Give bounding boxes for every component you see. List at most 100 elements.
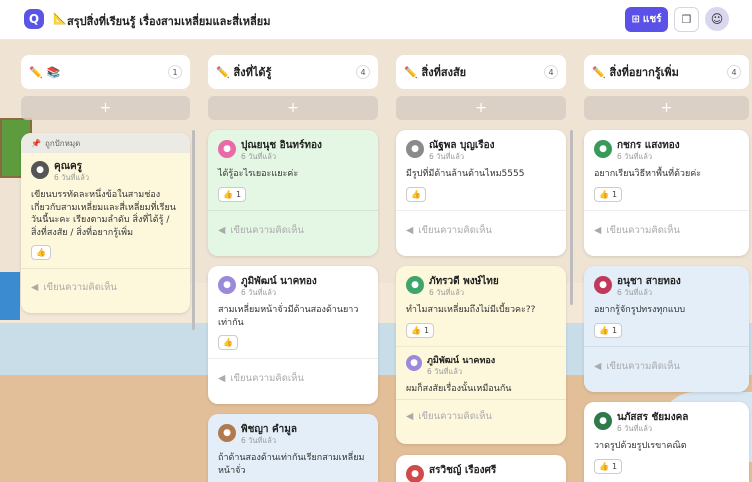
post-text: วาดรูปด้วยรูปเรขาคณิต: [594, 441, 687, 451]
comment-placeholder: เขียนความคิดเห็น: [43, 282, 117, 293]
post-author: ● นภัสสร ชัยมงคล 6 วันที่แล้ว: [594, 412, 739, 434]
column-header-want-to-know[interactable]: ✏️ สิ่งที่อยากรู้เพิ่ม 4: [584, 55, 749, 89]
comment-input[interactable]: ◀ เขียนความคิดเห็น: [584, 209, 749, 250]
pinned-banner: 📌 ถูกปักหมุด: [21, 133, 190, 153]
send-icon: ◀: [218, 373, 226, 384]
comment-input[interactable]: ◀ เขียนความคิดเห็น: [208, 358, 378, 398]
send-icon: ◀: [406, 224, 414, 236]
comment-placeholder: เขียนความคิดเห็น: [606, 224, 680, 236]
column-header-learned[interactable]: ✏️ สิ่งที่ได้รู้ 4: [208, 55, 378, 89]
author-name: กชกร แสงทอง: [617, 140, 680, 151]
avatar: ●: [594, 412, 612, 430]
author-name: ภูมิพัฒน์ นาคทอง: [241, 276, 317, 287]
post-time: 6 วันที่แล้ว: [617, 152, 653, 161]
post-author: ● พิชญา คำมูล 6 วันที่แล้ว: [218, 424, 368, 446]
author-name: ภัทรวดี พงษ์ไทย: [429, 276, 499, 287]
post-text: อยากเรียนวิธีหาพื้นที่ด้วยค่ะ: [594, 169, 702, 179]
thumbs-up-icon: 👍: [599, 325, 609, 335]
column-header-questions[interactable]: ✏️ สิ่งที่สงสัย 4: [396, 55, 566, 89]
post-time: 6 วันที่แล้ว: [617, 288, 653, 297]
author-name: พิชญา คำมูล: [241, 424, 298, 435]
author-name: อนุชา สายทอง: [617, 276, 681, 287]
comment-input[interactable]: ◀ เขียนความคิดเห็น: [21, 268, 190, 306]
post-card[interactable]: ● พิชญา คำมูล 6 วันที่แล้ว ถ้าด้านสองด้า…: [208, 414, 378, 482]
column-header-1[interactable]: ✏️ 📚 1: [21, 55, 190, 89]
post-author: ● ภัทรวดี พงษ์ไทย 6 วันที่แล้ว: [406, 276, 556, 298]
post-time: 6 วันที่แล้ว: [427, 366, 463, 376]
like-button[interactable]: 👍: [406, 186, 426, 202]
thumbs-up-icon: 👍: [223, 189, 233, 199]
background-poster: [0, 272, 20, 320]
column-count-badge: 4: [544, 65, 558, 79]
post-time: 6 วันที่แล้ว: [54, 173, 90, 182]
share-button[interactable]: ⊞ แชร์: [625, 7, 668, 32]
column-title: ✏️ สิ่งที่อยากรู้เพิ่ม: [592, 66, 679, 79]
page-title: สรุปสิ่งที่เรียนรู้ เรื่องสามเหลี่ยมและส…: [67, 15, 271, 28]
author-name: ณัฐพล บุญเรือง: [429, 140, 495, 151]
column-scrollbar[interactable]: [192, 130, 195, 330]
user-avatar[interactable]: ☺: [705, 7, 729, 31]
post-card[interactable]: ● นภัสสร ชัยมงคล 6 วันที่แล้ว วาดรูปด้วย…: [584, 402, 749, 482]
like-button[interactable]: 👍 1: [594, 322, 623, 338]
like-button[interactable]: 👍: [31, 245, 51, 260]
post-time: 6 วันที่แล้ว: [429, 152, 465, 161]
like-button[interactable]: 👍 1: [406, 322, 435, 338]
avatar-face-icon: ☺: [710, 12, 724, 26]
like-button[interactable]: 👍 1: [594, 458, 623, 474]
avatar: ●: [218, 424, 236, 442]
post-card[interactable]: ● กชกร แสงทอง 6 วันที่แล้ว อยากเรียนวิธี…: [584, 130, 749, 256]
like-count: 1: [235, 189, 242, 199]
author-name: นภัสสร ชัยมงคล: [617, 412, 689, 423]
column-scrollbar[interactable]: [570, 130, 573, 305]
author-name: ภูมิพัฒน์ นาคทอง: [427, 355, 496, 366]
post-card[interactable]: ● อนุชา สายทอง 6 วันที่แล้ว อยากรู้จักรู…: [584, 266, 749, 392]
post-text: มีรูปที่มีด้านล้านด้านไหม5555: [406, 169, 525, 179]
pin-icon: 📌: [31, 138, 41, 148]
post-card[interactable]: ● ภูมิพัฒน์ นาคทอง 6 วันที่แล้ว สามเหลี่…: [208, 266, 378, 404]
send-icon: ◀: [218, 224, 226, 236]
post-author: ● ณัฐพล บุญเรือง 6 วันที่แล้ว: [406, 140, 556, 162]
pinned-label: ถูกปักหมุด: [44, 138, 81, 148]
comment-placeholder: เขียนความคิดเห็น: [418, 224, 492, 236]
thumbs-up-icon: 👍: [223, 338, 233, 347]
like-button[interactable]: 👍: [218, 335, 238, 350]
comment-input[interactable]: ◀ เขียนความคิดเห็น: [396, 399, 566, 433]
send-icon: ◀: [406, 411, 414, 422]
app-logo-icon[interactable]: Q: [24, 9, 44, 29]
like-count: 1: [423, 325, 430, 335]
comment-input[interactable]: ◀ เขียนความคิดเห็น: [396, 209, 566, 250]
add-post-button[interactable]: +: [21, 96, 190, 120]
like-button[interactable]: 👍 1: [218, 186, 247, 202]
reply-item: ● ภูมิพัฒน์ นาคทอง 6 วันที่แล้ว ผมก็สงสั…: [396, 345, 566, 400]
comment-placeholder: เขียนความคิดเห็น: [418, 411, 492, 422]
avatar: ●: [218, 140, 236, 158]
copy-button[interactable]: ❐: [674, 7, 699, 32]
column-title: ✏️ 📚: [29, 65, 61, 79]
avatar: ●: [406, 354, 422, 371]
add-post-button[interactable]: +: [208, 96, 378, 120]
like-count: 1: [611, 189, 618, 199]
post-card[interactable]: 📌 ถูกปักหมุด ● คุณครู 6 วันที่แล้ว เขียน…: [21, 133, 190, 313]
post-card[interactable]: ● ภัทรวดี พงษ์ไทย 6 วันที่แล้ว ทำไมสามเห…: [396, 266, 566, 444]
post-card[interactable]: ● ปุณยนุช อินทร์ทอง 6 วันที่แล้ว ได้รู้อ…: [208, 130, 378, 256]
add-post-button[interactable]: +: [584, 96, 749, 120]
comment-input[interactable]: ◀ เขียนความคิดเห็น: [584, 345, 749, 386]
thumbs-up-icon: 👍: [411, 189, 421, 199]
avatar: ●: [406, 276, 424, 294]
post-card[interactable]: ● สรวิชญ์ เรืองศรี: [396, 455, 566, 482]
author-name: ปุณยนุช อินทร์ทอง: [241, 140, 322, 151]
avatar: ●: [594, 140, 612, 158]
comment-input[interactable]: ◀ เขียนความคิดเห็น: [208, 209, 378, 250]
like-button[interactable]: 👍 1: [594, 186, 623, 202]
avatar: ●: [31, 161, 49, 179]
send-icon: ◀: [594, 224, 602, 236]
avatar: ●: [594, 276, 612, 294]
post-time: 6 วันที่แล้ว: [241, 288, 277, 297]
comment-placeholder: เขียนความคิดเห็น: [230, 373, 304, 384]
avatar: ●: [406, 465, 424, 482]
post-author: ● คุณครู 6 วันที่แล้ว: [31, 161, 180, 183]
post-card[interactable]: ● ณัฐพล บุญเรือง 6 วันที่แล้ว มีรูปที่มี…: [396, 130, 566, 256]
avatar: ●: [218, 276, 236, 294]
add-post-button[interactable]: +: [396, 96, 566, 120]
author-name: คุณครู: [54, 161, 83, 172]
